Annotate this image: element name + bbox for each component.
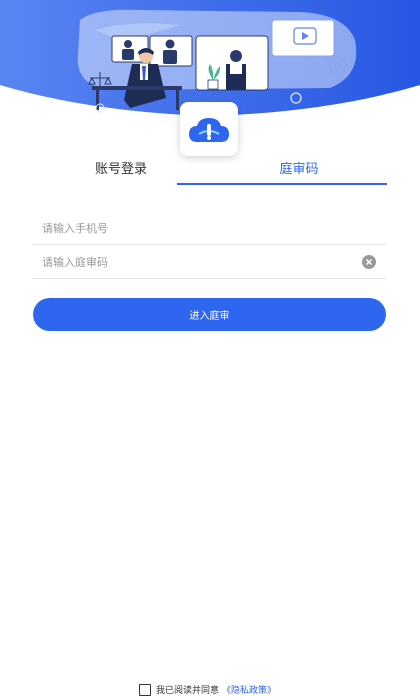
agree-checkbox[interactable]: [139, 683, 151, 696]
trial-code-field: [32, 246, 386, 279]
phone-field: [32, 212, 386, 245]
privacy-policy-link[interactable]: 《隐私政策》: [222, 683, 276, 696]
clear-icon[interactable]: [362, 255, 376, 269]
agreement-text: 我已阅读并同意: [156, 686, 220, 696]
trial-code-input[interactable]: [32, 255, 352, 269]
phone-input[interactable]: [32, 221, 352, 235]
app-logo: [180, 102, 238, 156]
cloud-logo-icon: [189, 118, 229, 142]
enter-trial-button[interactable]: 进入庭审: [33, 298, 386, 331]
active-tab-indicator: [177, 183, 387, 185]
privacy-agreement: 我已阅读并同意 《隐私政策》: [139, 683, 276, 696]
